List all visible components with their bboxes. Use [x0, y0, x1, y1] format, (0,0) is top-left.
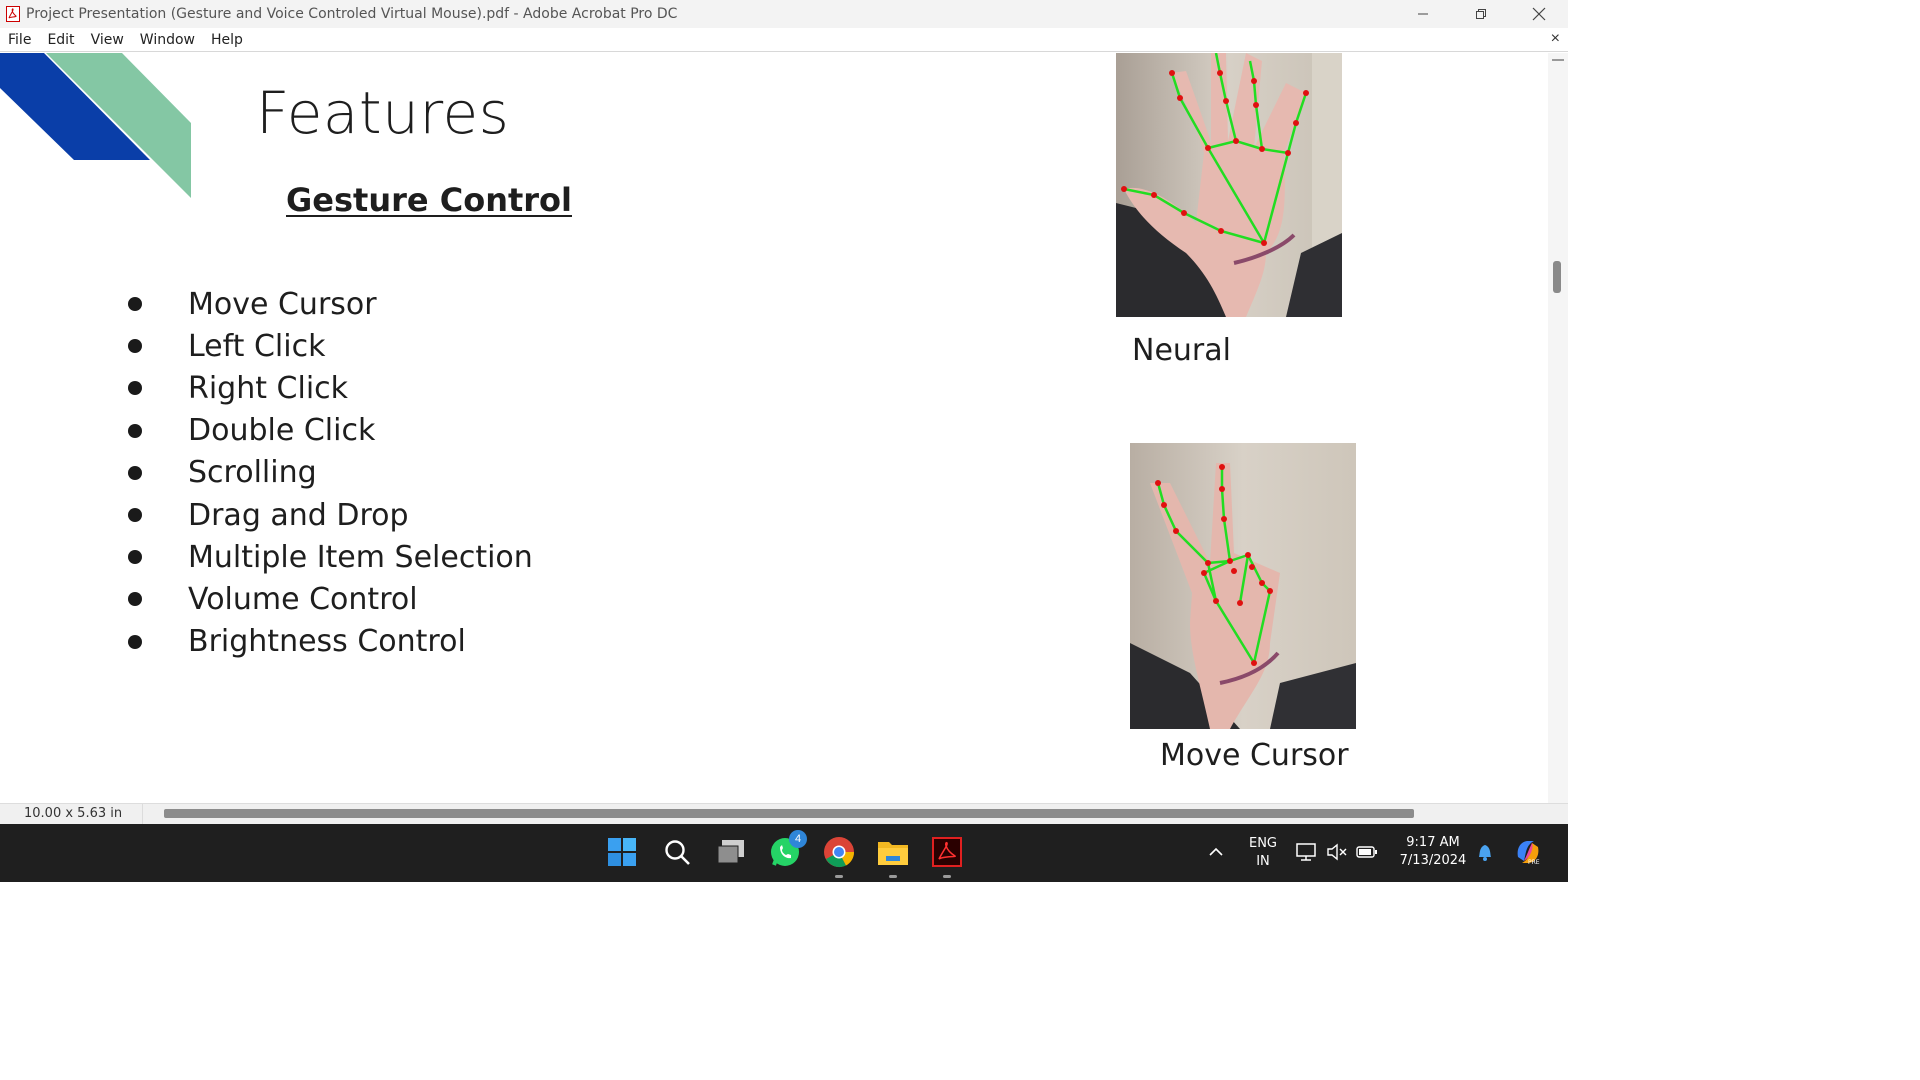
battery-icon[interactable]: [1352, 836, 1382, 868]
status-bar: 10.00 x 5.63 in: [0, 803, 1568, 825]
bullet-icon: [128, 465, 142, 480]
running-indicator: [835, 875, 843, 878]
scrollbar-marker: [1552, 59, 1564, 61]
horizontal-scroll-thumb[interactable]: [164, 809, 1414, 818]
title-bar: Project Presentation (Gesture and Voice …: [0, 0, 1568, 28]
svg-text:PRE: PRE: [1528, 859, 1540, 865]
menu-window[interactable]: Window: [132, 32, 203, 48]
menu-help[interactable]: Help: [203, 32, 251, 48]
restore-icon[interactable]: [1452, 0, 1510, 28]
notification-bell-icon[interactable]: [1470, 836, 1500, 868]
menu-file[interactable]: File: [0, 32, 39, 48]
clock[interactable]: 9:17 AM 7/13/2024: [1392, 834, 1474, 870]
corner-decoration: [0, 53, 191, 198]
bullet-icon: [128, 423, 142, 438]
chevron-up-icon[interactable]: [1198, 834, 1234, 870]
bullet-icon: [128, 508, 142, 523]
volume-muted-icon[interactable]: [1322, 836, 1352, 868]
slide-subtitle: Gesture Control: [286, 181, 572, 219]
file-explorer-icon[interactable]: [875, 834, 911, 878]
window-title: Project Presentation (Gesture and Voice …: [26, 6, 678, 22]
region-code: IN: [1256, 854, 1270, 869]
image-caption-move-cursor: Move Cursor: [1160, 738, 1349, 773]
whatsapp-badge: 4: [789, 830, 807, 848]
hand-open-palm-image: [1116, 53, 1342, 317]
slide-title: Features: [256, 79, 510, 147]
bullet-icon: [128, 592, 142, 607]
language-indicator[interactable]: ENG IN: [1240, 835, 1286, 871]
page-size-label: 10.00 x 5.63 in: [24, 806, 123, 821]
bullet-icon: [128, 297, 142, 312]
clock-date: 7/13/2024: [1399, 853, 1467, 868]
menu-bar: File Edit View Window Help ×: [0, 28, 1568, 52]
close-icon[interactable]: [1510, 0, 1568, 28]
acrobat-file-icon: [6, 6, 20, 22]
hand-peace-sign-image: [1130, 443, 1356, 729]
bullet-icon: [128, 550, 142, 565]
acrobat-icon[interactable]: [929, 834, 965, 878]
menu-edit[interactable]: Edit: [39, 32, 82, 48]
bullet-icon: [128, 339, 142, 354]
list-item: Drag and Drop: [128, 494, 533, 536]
copilot-icon[interactable]: PRE: [1512, 836, 1544, 868]
list-item: Right Click: [128, 367, 533, 409]
menu-view[interactable]: View: [83, 32, 132, 48]
list-item: Volume Control: [128, 578, 533, 620]
taskbar: 4 ENG IN 9:17 AM 7/13/2024 PRE: [0, 824, 1568, 882]
chrome-icon[interactable]: [821, 834, 857, 878]
running-indicator: [889, 875, 897, 878]
search-icon[interactable]: [659, 834, 695, 870]
bullet-icon: [128, 634, 142, 649]
clock-time: 9:17 AM: [1406, 835, 1460, 850]
close-document-icon[interactable]: ×: [1551, 30, 1560, 48]
vertical-scroll-thumb[interactable]: [1553, 261, 1561, 293]
whatsapp-icon[interactable]: 4: [767, 830, 807, 870]
list-item: Double Click: [128, 410, 533, 452]
list-item: Scrolling: [128, 452, 533, 494]
vertical-scrollbar[interactable]: [1548, 53, 1568, 803]
bullet-icon: [128, 381, 142, 396]
list-item: Move Cursor: [128, 283, 533, 325]
task-view-icon[interactable]: [713, 834, 749, 870]
language-code: ENG: [1248, 836, 1277, 851]
list-item: Brightness Control: [128, 621, 533, 663]
list-item: Left Click: [128, 325, 533, 367]
network-icon[interactable]: [1292, 836, 1322, 868]
feature-list: Move Cursor Left Click Right Click Doubl…: [128, 283, 533, 663]
running-indicator: [943, 875, 951, 878]
minimize-icon[interactable]: [1394, 0, 1452, 28]
list-item: Multiple Item Selection: [128, 536, 533, 578]
image-caption-neural: Neural: [1132, 333, 1231, 368]
document-view: Features Gesture Control Move Cursor Lef…: [0, 53, 1548, 803]
start-icon[interactable]: [604, 834, 640, 870]
status-divider: [142, 804, 143, 825]
